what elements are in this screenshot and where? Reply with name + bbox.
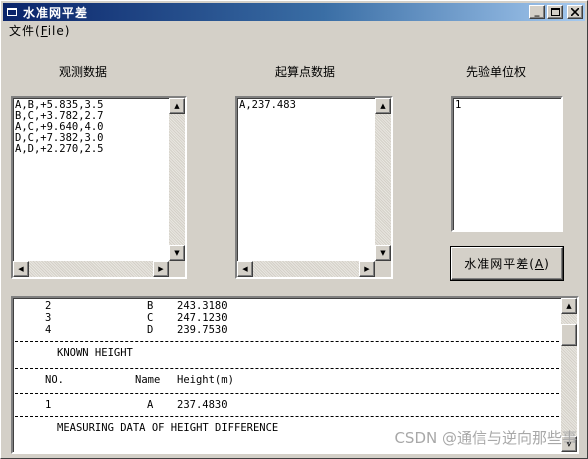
scroll-up-arrow-icon[interactable]: ▲: [375, 98, 391, 114]
main-window: 水准网平差 _ 文件(File) 观测数据 A,B,+5.835,3.5 B,C,…: [0, 0, 588, 459]
start-vscroll[interactable]: ▲ ▼: [375, 98, 391, 261]
adjust-button[interactable]: 水准网平差(A): [451, 247, 563, 280]
cell-no: 2: [45, 300, 52, 312]
header-name: Name: [135, 374, 161, 386]
start-hscroll[interactable]: ◀ ▶: [237, 261, 375, 277]
cell-no: 1: [45, 399, 52, 411]
obs-vscroll[interactable]: ▲ ▼: [169, 98, 185, 261]
cell-name: C: [147, 312, 154, 324]
scroll-down-arrow-icon[interactable]: ▼: [375, 245, 391, 261]
scroll-down-arrow-icon[interactable]: ▼: [169, 245, 185, 261]
scroll-left-arrow-icon[interactable]: ◀: [237, 261, 253, 277]
obs-data-label: 观测数据: [59, 65, 108, 79]
table-row: 1 A 237.4830: [15, 399, 559, 411]
cell-height: 247.1230: [177, 312, 228, 324]
cell-height: 239.7530: [177, 324, 228, 336]
start-data-textbox[interactable]: A,237.483 ▲ ▼ ◀ ▶: [235, 96, 393, 279]
obs-hscroll[interactable]: ◀ ▶: [13, 261, 169, 277]
obs-data-line: A,D,+2.270,2.5: [15, 143, 104, 155]
obs-data-text: A,B,+5.835,3.5 B,C,+3.782,2.7 A,C,+9.640,4…: [15, 100, 104, 155]
scroll-thumb[interactable]: [561, 324, 577, 346]
prior-weight-textbox[interactable]: 1: [451, 96, 563, 232]
table-row: 2 B 243.3180: [15, 300, 559, 312]
cell-name: D: [147, 324, 154, 336]
output-text: 2 B 243.3180 3 C 247.1230 4 D 239.7530 KNOWN HEI…: [15, 300, 559, 434]
divider: [15, 368, 559, 369]
obs-data-textbox[interactable]: A,B,+5.835,3.5 B,C,+3.782,2.7 A,C,+9.640,4…: [11, 96, 187, 279]
close-icon: [571, 8, 579, 16]
prior-weight-label: 先验单位权: [466, 65, 527, 79]
divider: [15, 393, 559, 394]
cell-no: 3: [45, 312, 52, 324]
scroll-up-arrow-icon[interactable]: ▲: [561, 298, 577, 314]
header-no: NO.: [45, 374, 64, 386]
divider: [15, 416, 559, 417]
minimize-icon: _: [534, 6, 540, 17]
start-data-line: A,237.483: [239, 99, 296, 111]
watermark: CSDN @通信与逆向那些事: [394, 429, 577, 447]
table-row: 4 D 239.7530: [15, 324, 559, 336]
maximize-button[interactable]: [547, 5, 563, 19]
menu-file[interactable]: 文件(File): [5, 22, 74, 39]
title-bar[interactable]: 水准网平差 _: [3, 3, 585, 21]
window-title: 水准网平差: [23, 5, 89, 20]
maximize-icon: [550, 8, 560, 16]
scroll-right-arrow-icon[interactable]: ▶: [153, 261, 169, 277]
scroll-up-arrow-icon[interactable]: ▲: [169, 98, 185, 114]
start-data-label: 起算点数据: [275, 65, 336, 79]
menu-bar: 文件(File): [5, 22, 74, 38]
scroll-corner: [375, 261, 391, 277]
scroll-right-arrow-icon[interactable]: ▶: [359, 261, 375, 277]
close-button[interactable]: [567, 5, 583, 19]
start-data-text: A,237.483: [239, 100, 296, 111]
app-icon[interactable]: [5, 5, 19, 19]
minimize-button[interactable]: _: [529, 5, 545, 19]
cell-no: 4: [45, 324, 52, 336]
divider: [15, 341, 559, 342]
table-row: 3 C 247.1230: [15, 312, 559, 324]
cell-name: B: [147, 300, 154, 312]
known-height-title: KNOWN HEIGHT: [57, 347, 133, 359]
cell-height: 243.3180: [177, 300, 228, 312]
header-height: Height(m): [177, 374, 234, 386]
scroll-corner: [169, 261, 185, 277]
measuring-title: MEASURING DATA OF HEIGHT DIFFERENCE: [57, 422, 279, 434]
scroll-left-arrow-icon[interactable]: ◀: [13, 261, 29, 277]
cell-height: 237.4830: [177, 399, 228, 411]
prior-weight-value: 1: [455, 99, 462, 111]
cell-name: A: [147, 399, 154, 411]
